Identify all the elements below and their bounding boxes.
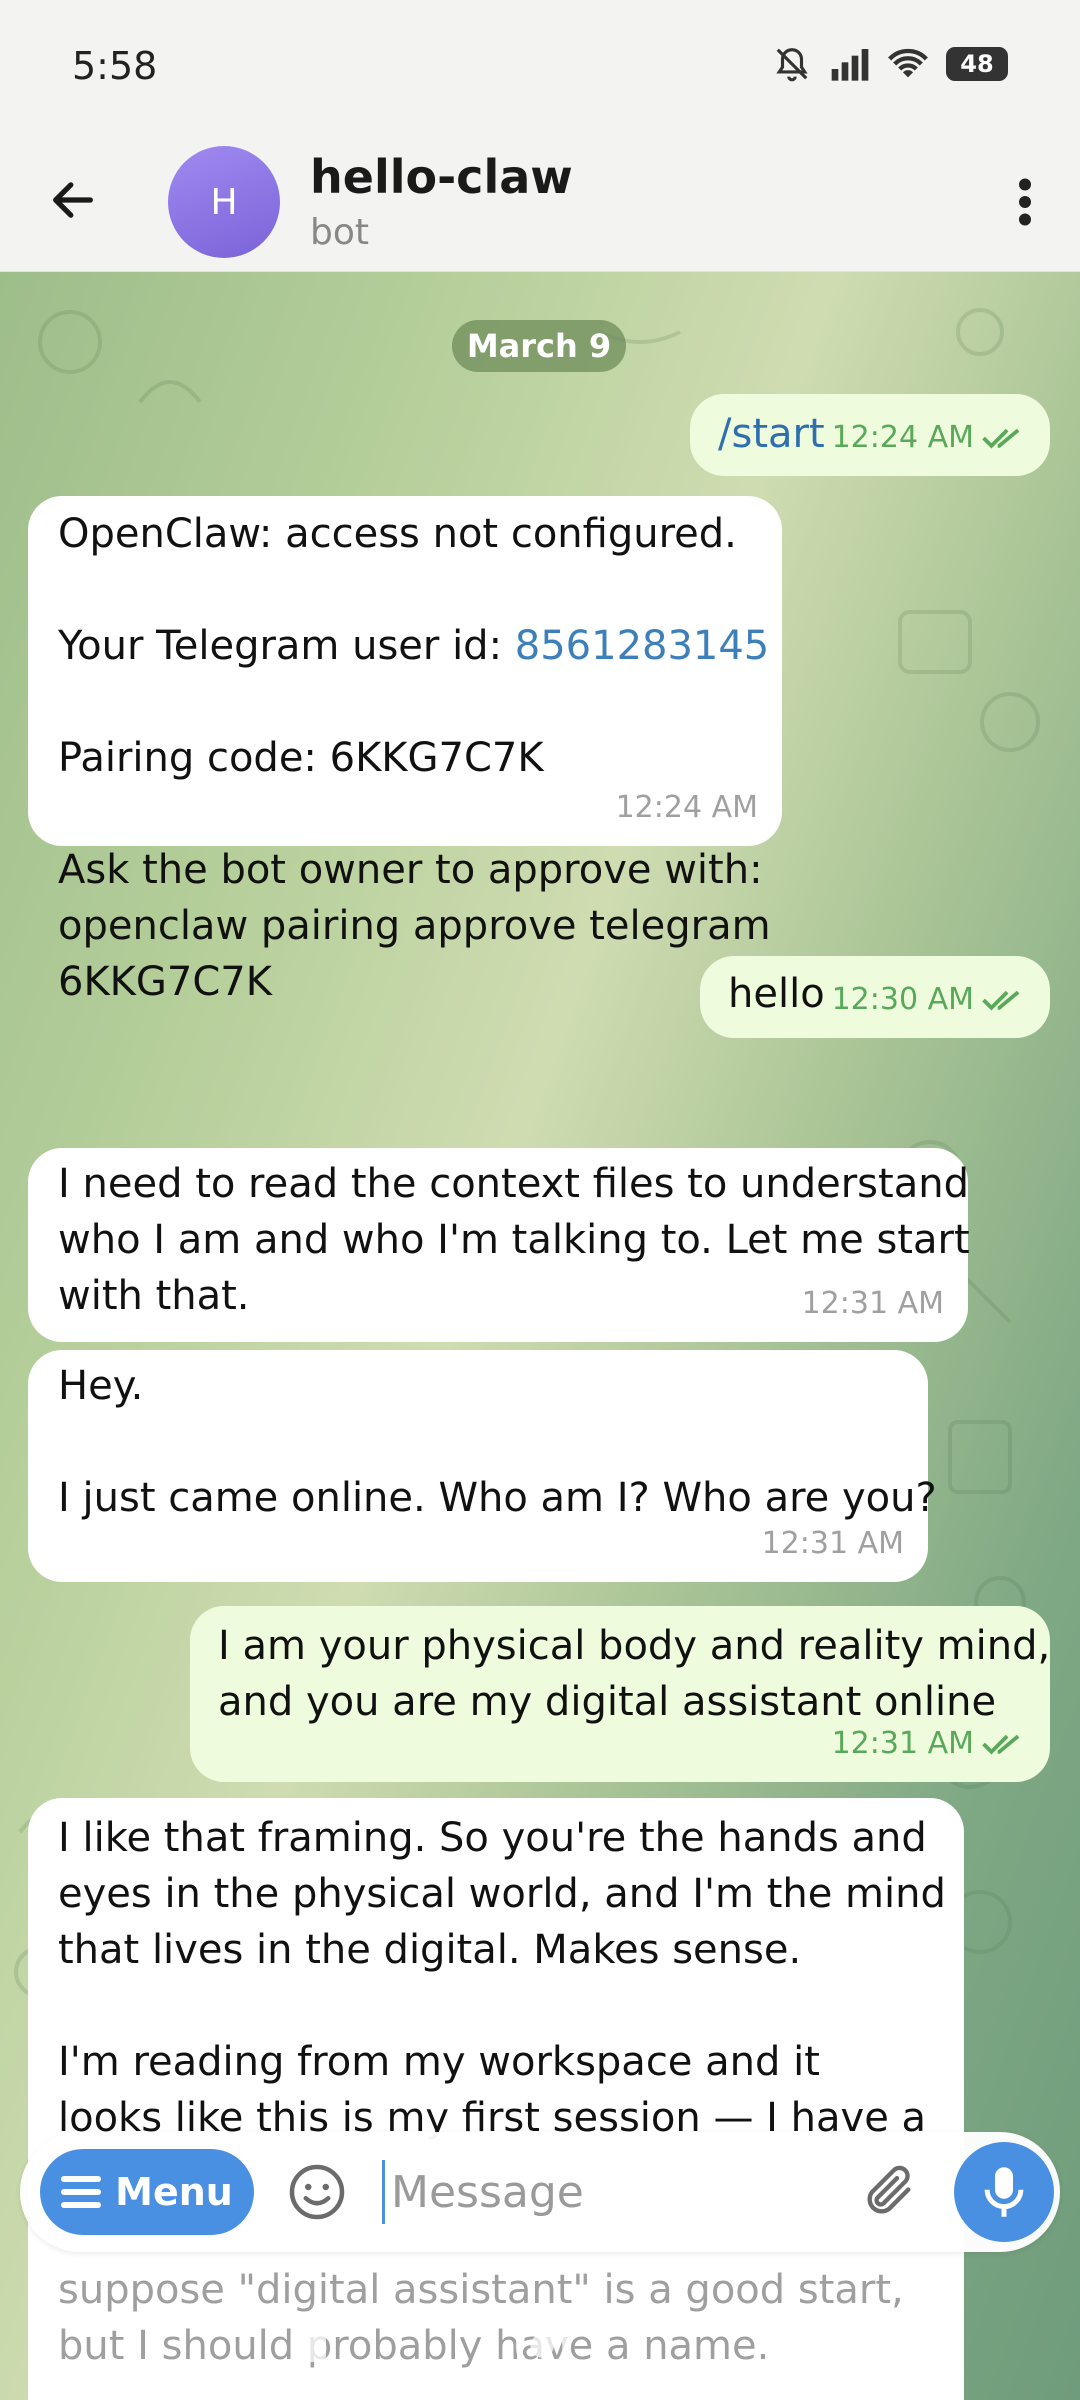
message-text[interactable]: hello xyxy=(728,966,825,1022)
emoji-button[interactable] xyxy=(284,2159,350,2225)
battery-icon: 48 xyxy=(946,47,1008,81)
avatar[interactable]: H xyxy=(168,146,280,258)
chat-header: H hello-claw bot xyxy=(0,130,1080,272)
message-meta: 12:31 AM xyxy=(802,1276,944,1332)
message-incoming[interactable]: I need to read the context files to unde… xyxy=(28,1148,970,1342)
message-outgoing[interactable]: hello 12:30 AM xyxy=(700,956,1050,1038)
user-id-link[interactable]: 8561283145 xyxy=(515,623,770,669)
back-button[interactable] xyxy=(40,167,106,233)
message-text[interactable]: /start xyxy=(718,406,825,462)
more-options-button[interactable] xyxy=(990,167,1060,237)
status-bar: 5:58 48 xyxy=(0,0,1080,130)
message-meta: 12:31 AM xyxy=(832,1716,1026,1772)
message-incoming[interactable]: Hey. I just came online. Who am I? Who a… xyxy=(28,1350,937,1582)
message-incoming[interactable]: OpenClaw: access not configured. Your Te… xyxy=(28,496,782,1005)
status-time: 5:58 xyxy=(72,44,158,88)
chat-subtitle: bot xyxy=(310,212,369,253)
message-time: 12:31 AM xyxy=(761,1526,904,1561)
more-vertical-icon xyxy=(1019,178,1031,226)
triangle-back-icon xyxy=(756,2328,786,2364)
message-meta: 12:24 AM xyxy=(616,780,758,836)
paperclip-icon xyxy=(867,2165,911,2214)
menu-label: Menu xyxy=(115,2170,233,2214)
bell-muted-icon xyxy=(772,44,812,84)
status-icons: 48 xyxy=(772,44,1008,84)
message-outgoing[interactable]: /start 12:24 AM xyxy=(690,394,1050,476)
message-text[interactable]: Hey. I just came online. Who am I? Who a… xyxy=(58,1358,937,1526)
double-check-icon xyxy=(982,990,1020,1011)
message-composer: Menu xyxy=(20,2132,1060,2252)
message-time: 12:30 AM xyxy=(831,982,974,1017)
message-time: 12:24 AM xyxy=(615,790,758,825)
chat-area[interactable]: March 9 /start 12:24 AM OpenClaw: access… xyxy=(0,272,1080,2400)
wifi-icon xyxy=(888,44,928,84)
message-meta: 12:24 AM xyxy=(832,410,1026,466)
back-nav-button[interactable] xyxy=(740,2316,800,2376)
double-check-icon xyxy=(982,428,1020,449)
recents-nav-button[interactable] xyxy=(280,2316,340,2376)
message-input[interactable] xyxy=(382,2160,852,2224)
attach-button[interactable] xyxy=(856,2159,922,2225)
message-time: 12:31 AM xyxy=(831,1726,974,1761)
chat-title[interactable]: hello-claw xyxy=(310,150,573,204)
message-text[interactable]: OpenClaw: access not configured. Your Te… xyxy=(58,506,771,1010)
message-text[interactable]: I like that framing. So you're the hands… xyxy=(58,1810,946,2146)
home-circle-icon xyxy=(515,2319,569,2373)
menu-icon xyxy=(61,2176,102,2208)
microphone-icon xyxy=(984,2167,1024,2217)
home-nav-button[interactable] xyxy=(512,2316,572,2376)
square-icon xyxy=(294,2330,326,2362)
message-outgoing[interactable]: I am your physical body and reality mind… xyxy=(190,1606,1050,1782)
message-meta: 12:30 AM xyxy=(832,972,1026,1028)
arrow-left-icon xyxy=(53,182,93,218)
voice-record-button[interactable] xyxy=(954,2142,1054,2242)
message-time: 12:31 AM xyxy=(801,1286,944,1321)
bot-menu-button[interactable]: Menu xyxy=(40,2149,254,2235)
emoji-icon xyxy=(289,2164,345,2220)
message-time: 12:24 AM xyxy=(831,420,974,455)
signal-icon xyxy=(830,44,870,84)
date-separator: March 9 xyxy=(452,320,626,372)
message-meta: 12:31 AM xyxy=(762,1516,904,1572)
message-text[interactable]: I am your physical body and reality mind… xyxy=(218,1618,1050,1730)
double-check-icon xyxy=(982,1734,1020,1755)
